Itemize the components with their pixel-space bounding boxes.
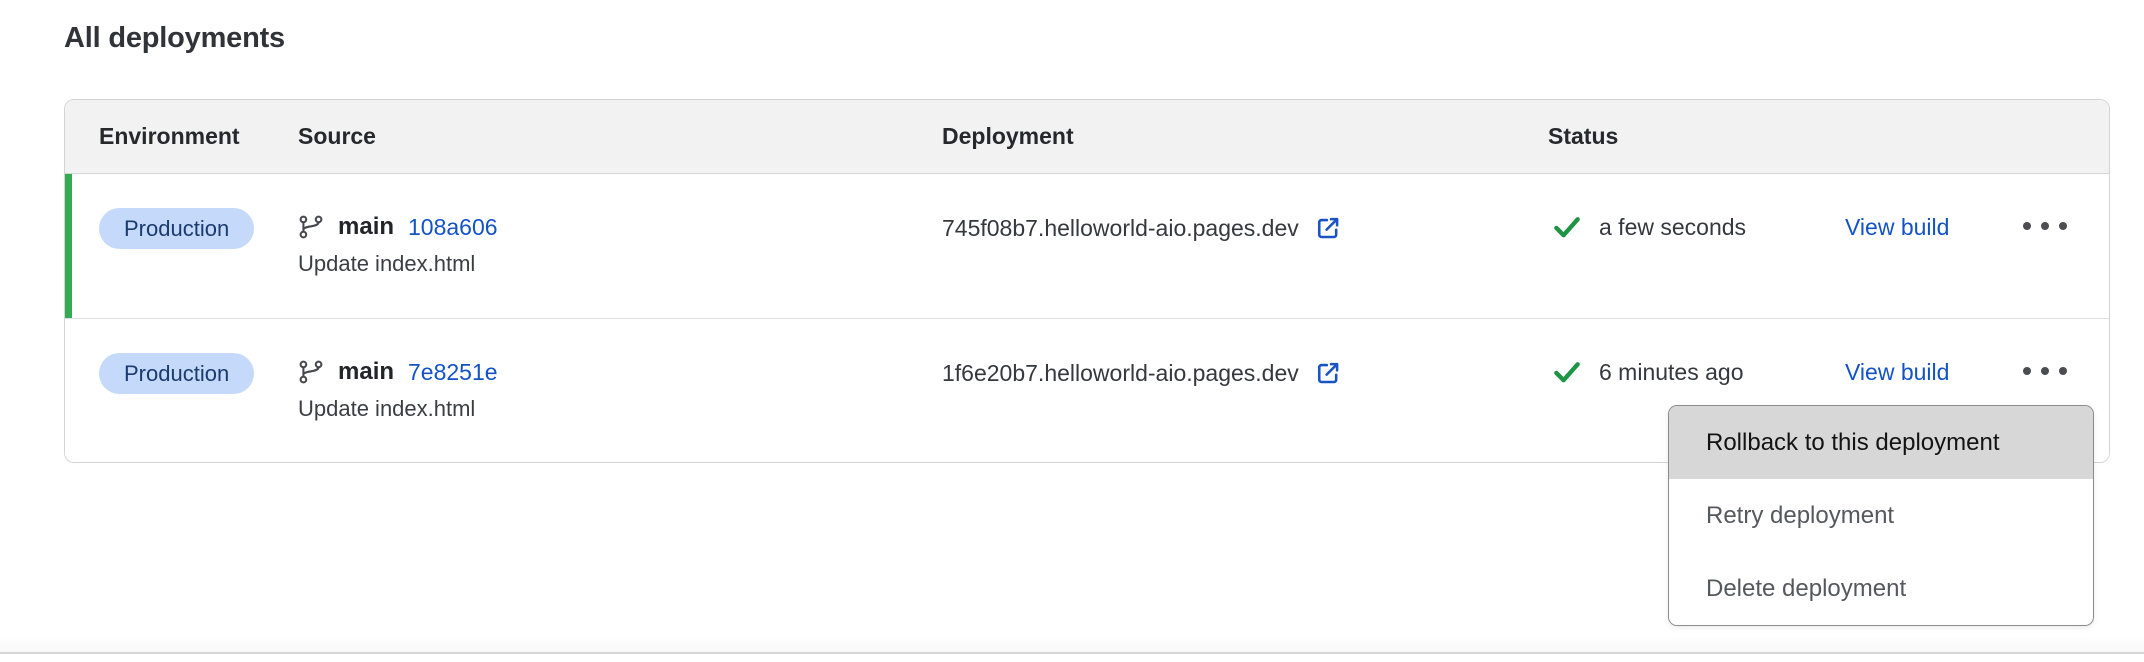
menu-item-rollback[interactable]: Rollback to this deployment: [1669, 406, 2093, 479]
status-time: 6 minutes ago: [1599, 359, 1743, 386]
column-header-environment: Environment: [99, 123, 298, 150]
commit-link[interactable]: 108a606: [408, 214, 498, 241]
check-icon: [1552, 357, 1582, 387]
row-actions-button[interactable]: [2017, 214, 2073, 238]
deployment-actions-menu: Rollback to this deployment Retry deploy…: [1668, 405, 2094, 626]
deployment-url: 1f6e20b7.helloworld-aio.pages.dev: [942, 360, 1299, 387]
column-header-source: Source: [298, 123, 942, 150]
environment-badge: Production: [99, 353, 254, 394]
environment-cell: Production: [99, 174, 298, 249]
bottom-fade: [0, 636, 2144, 652]
menu-item-retry[interactable]: Retry deployment: [1669, 479, 2093, 552]
external-link-icon[interactable]: [1314, 359, 1342, 387]
column-header-status: Status: [1548, 123, 1845, 150]
environment-badge: Production: [99, 208, 254, 249]
table-header: Environment Source Deployment Status: [65, 100, 2109, 174]
view-build-link[interactable]: View build: [1845, 214, 1949, 240]
environment-cell: Production: [99, 319, 298, 394]
row-actions-button[interactable]: [2017, 359, 2073, 383]
git-branch-icon: [298, 359, 324, 385]
check-icon: [1552, 212, 1582, 242]
branch-name: main: [338, 213, 394, 241]
commit-message: Update index.html: [298, 396, 942, 422]
commit-link[interactable]: 7e8251e: [408, 359, 498, 386]
section-divider: [0, 652, 2144, 654]
branch-name: main: [338, 358, 394, 386]
menu-item-delete[interactable]: Delete deployment: [1669, 552, 2093, 625]
commit-message: Update index.html: [298, 251, 942, 277]
page-title: All deployments: [64, 22, 285, 55]
git-branch-icon: [298, 214, 324, 240]
deployment-cell: 1f6e20b7.helloworld-aio.pages.dev: [942, 319, 1548, 387]
table-row: Production main 108a606 Update index.htm…: [65, 174, 2109, 318]
status-cell: 6 minutes ago: [1548, 319, 1845, 387]
external-link-icon[interactable]: [1314, 214, 1342, 242]
status-cell: a few seconds: [1548, 174, 1845, 242]
view-build-link[interactable]: View build: [1845, 359, 1949, 385]
source-cell: main 108a606 Update index.html: [298, 174, 942, 277]
status-time: a few seconds: [1599, 214, 1746, 241]
deployment-url: 745f08b7.helloworld-aio.pages.dev: [942, 215, 1299, 242]
source-cell: main 7e8251e Update index.html: [298, 319, 942, 422]
column-header-deployment: Deployment: [942, 123, 1548, 150]
deployment-cell: 745f08b7.helloworld-aio.pages.dev: [942, 174, 1548, 242]
